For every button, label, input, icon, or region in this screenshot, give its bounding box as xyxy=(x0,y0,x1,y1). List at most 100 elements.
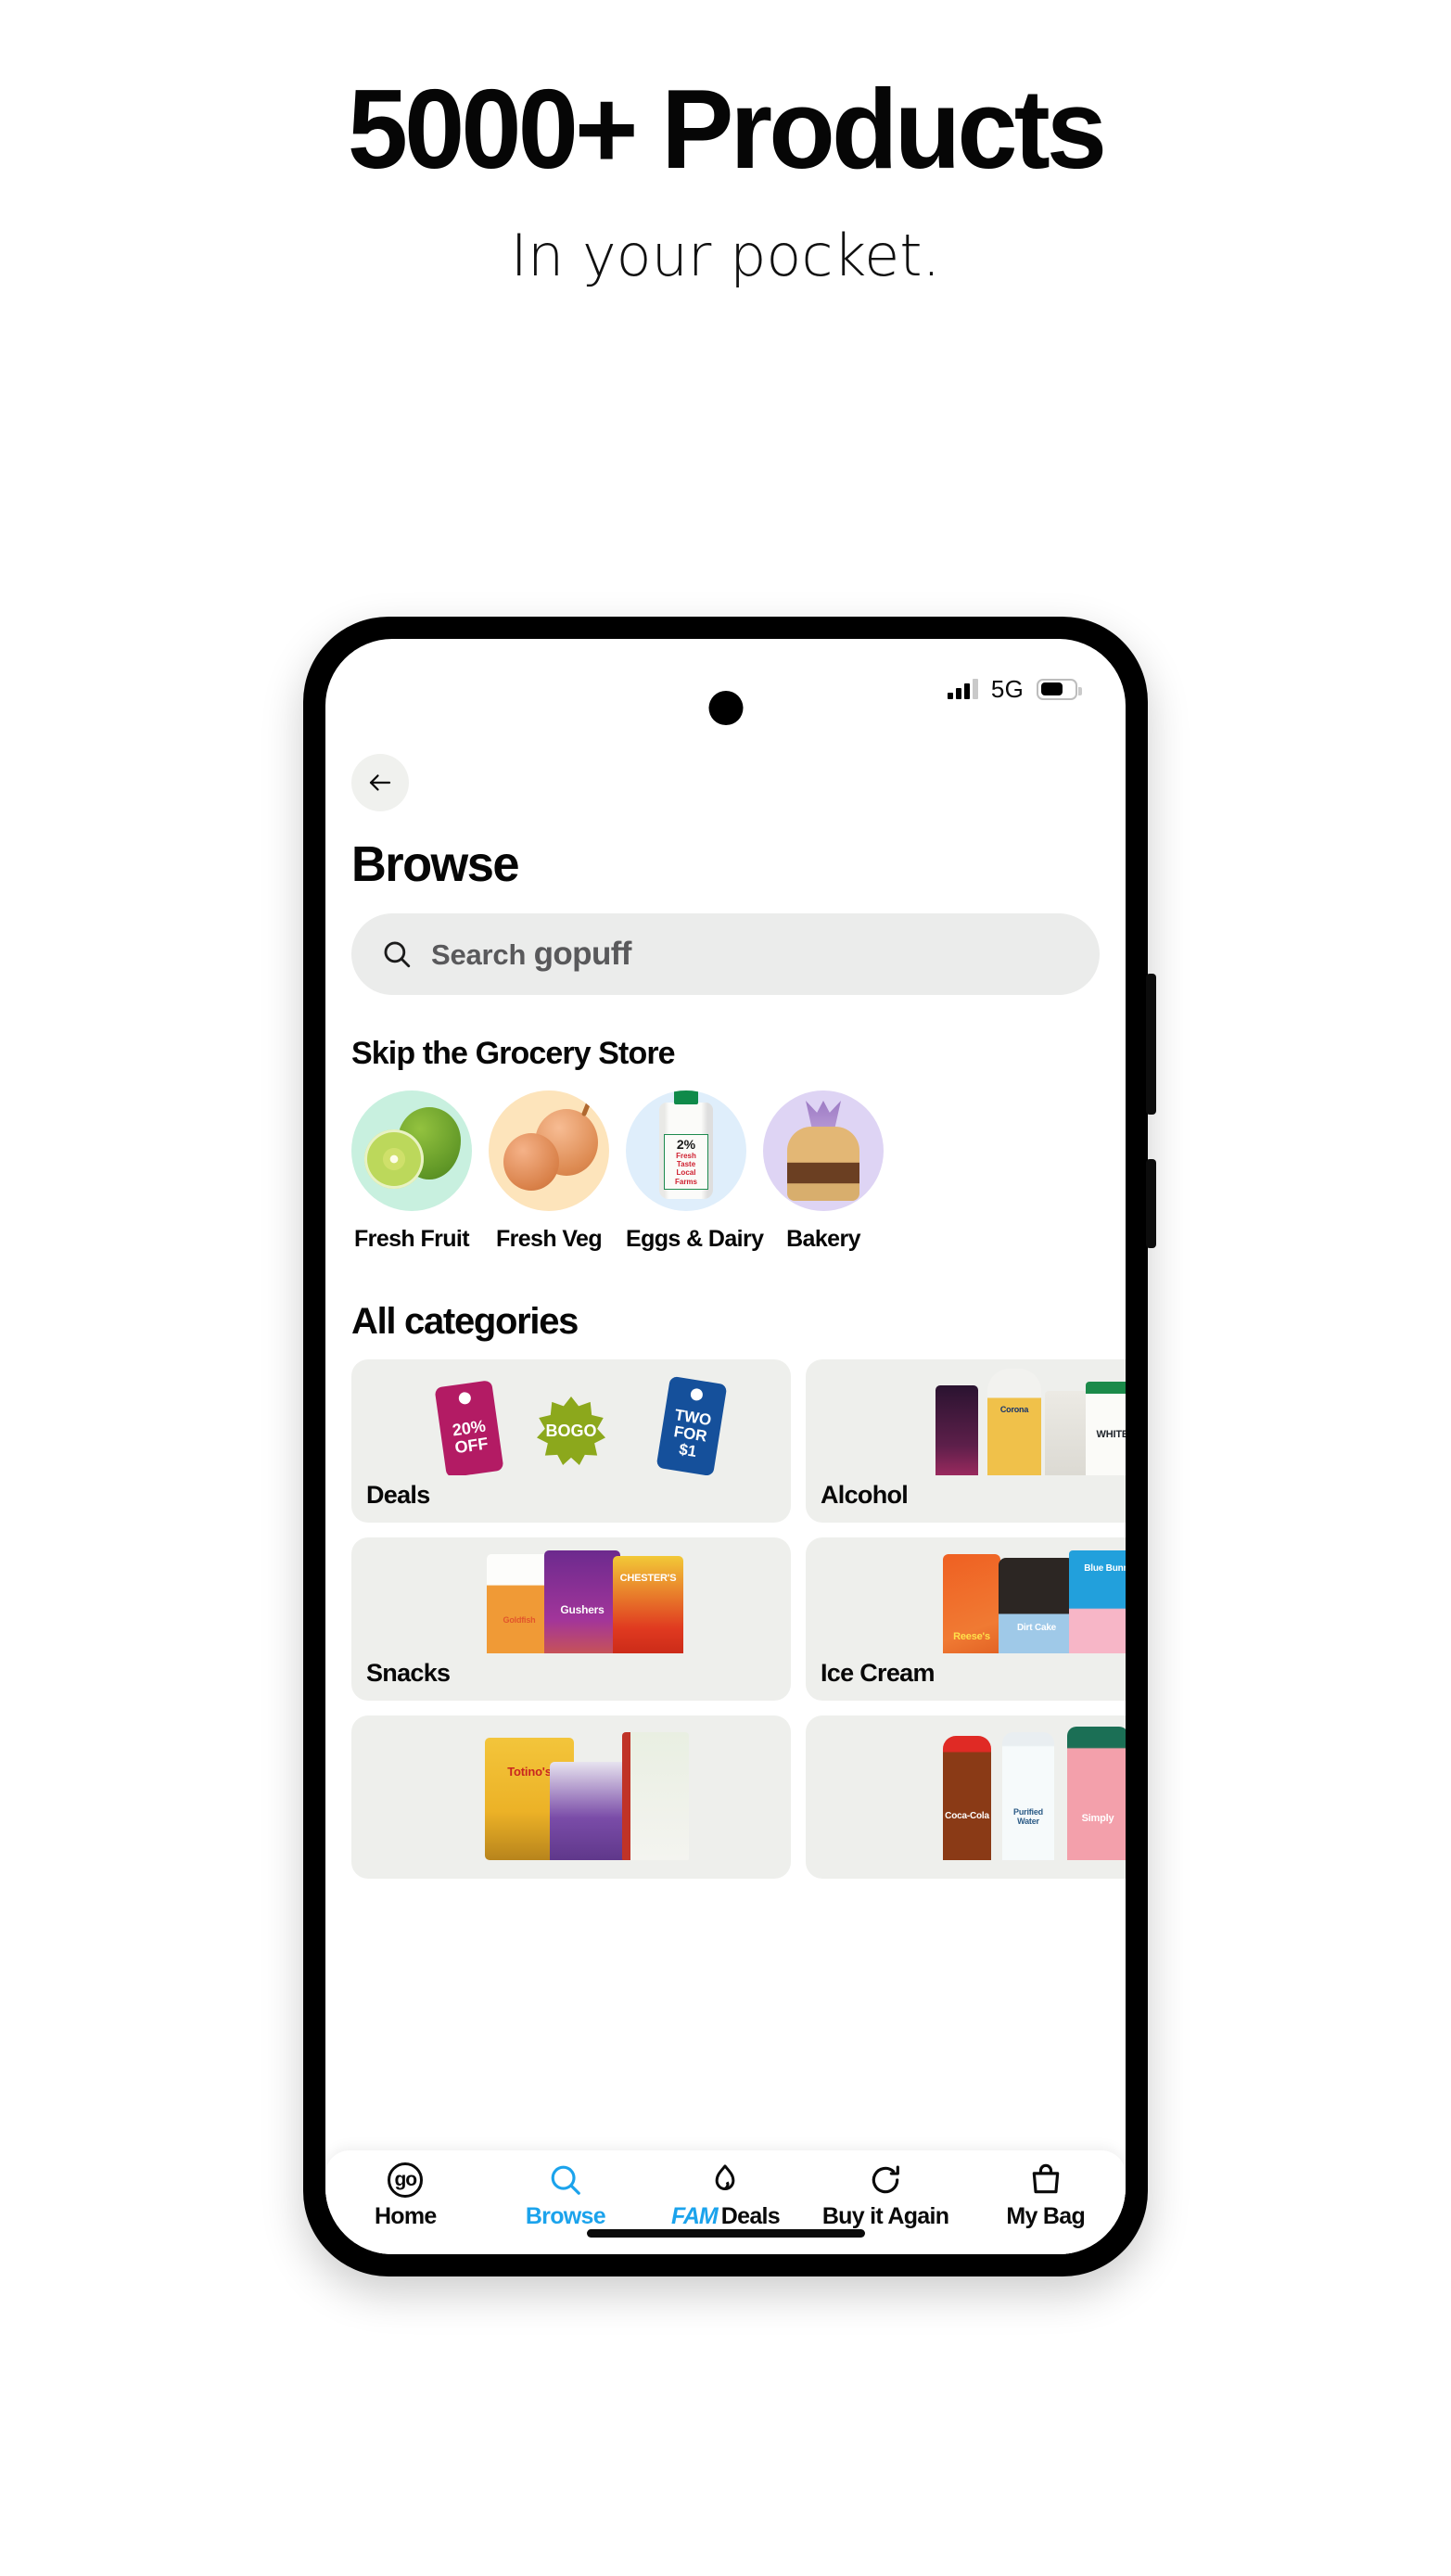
nav-label-browse: Browse xyxy=(525,2203,606,2229)
back-button[interactable] xyxy=(351,754,409,811)
nav-label-buy-it-again: Buy it Again xyxy=(821,2203,949,2229)
category-card-snacks[interactable]: Goldfish Gushers CHESTER'S Snacks xyxy=(351,1537,791,1701)
gopuff-app: Browse Search gopuff Skip the Grocery St… xyxy=(325,739,1126,2254)
go-logo-icon: go xyxy=(388,2162,424,2199)
phone-volume-button[interactable] xyxy=(1146,1159,1156,1248)
deals-artwork: BOGO 20% OFF TWO FOR $1 xyxy=(351,1359,791,1475)
category-circle-label: Fresh Fruit xyxy=(354,1226,470,1252)
hero-section: 5000+ Products In your pocket. xyxy=(0,0,1451,287)
bakery-image xyxy=(763,1090,884,1211)
hero-title: 5000+ Products xyxy=(347,66,1107,192)
category-card-alcohol[interactable]: Corona WHITE CLAW Alcohol xyxy=(806,1359,1126,1523)
drinks-artwork: Coca-Cola Purified Water Simply xyxy=(806,1715,1126,1860)
search-icon xyxy=(548,2162,583,2199)
front-camera-icon xyxy=(708,691,743,725)
goldfish-label: Goldfish xyxy=(503,1615,536,1625)
nav-item-fam-deals[interactable]: FAM Deals xyxy=(655,2162,795,2230)
eggs-dairy-image: 2% Fresh Taste Local Farms xyxy=(626,1090,746,1211)
network-label: 5G xyxy=(990,674,1024,703)
all-categories-grid: BOGO 20% OFF TWO FOR $1 Deals Corona WHI… xyxy=(325,1359,1126,1879)
refresh-icon xyxy=(868,2162,903,2199)
fresh-veg-image xyxy=(489,1090,609,1211)
battery-icon xyxy=(1037,678,1082,700)
white-claw-label: WHITE CLAW xyxy=(1096,1428,1126,1440)
category-card-deals[interactable]: BOGO 20% OFF TWO FOR $1 Deals xyxy=(351,1359,791,1523)
home-indicator[interactable] xyxy=(586,2229,865,2238)
arrow-left-icon xyxy=(369,774,391,791)
frozen-artwork: Totino's xyxy=(351,1715,791,1860)
phone-screen: 5G Browse Search gopuff Skip the Grocery… xyxy=(325,639,1126,2254)
bread-loaf-icon xyxy=(787,1101,859,1201)
category-card-label: Ice Cream xyxy=(821,1659,935,1687)
ben-jerrys-label: Dirt Cake xyxy=(1016,1623,1057,1634)
search-placeholder: Search gopuff xyxy=(431,936,631,973)
farm-rich-box xyxy=(622,1732,689,1860)
nav-label-my-bag: My Bag xyxy=(1006,2203,1086,2229)
category-circle-label: Fresh Veg xyxy=(495,1226,603,1252)
corona-bottle: Corona xyxy=(987,1369,1041,1475)
category-card-label: Alcohol xyxy=(821,1481,909,1509)
coca-cola-label: Coca-Cola xyxy=(945,1811,989,1822)
two-for-one-tag: TWO FOR $1 xyxy=(655,1375,728,1475)
phone-power-button[interactable] xyxy=(1146,974,1156,1115)
blue-bunny-box: Blue Bunny xyxy=(1069,1550,1126,1653)
search-placeholder-prefix: Search xyxy=(431,938,534,971)
alcohol-artwork: Corona WHITE CLAW xyxy=(806,1359,1126,1475)
category-circle-eggs-dairy[interactable]: 2% Fresh Taste Local Farms Eggs & Dairy xyxy=(626,1090,764,1253)
nav-item-buy-it-again[interactable]: Buy it Again xyxy=(816,2162,955,2230)
gushers-box: Gushers xyxy=(544,1550,620,1653)
water-bottle: Purified Water xyxy=(1002,1732,1054,1860)
fresh-fruit-image xyxy=(351,1090,472,1211)
category-card-label xyxy=(351,1860,791,1879)
chesters-bag: CHESTER'S xyxy=(613,1556,683,1653)
bottom-navigation: go Home Browse FAM Deals Buy it Again My… xyxy=(325,2150,1126,2254)
onion-front-icon xyxy=(503,1133,559,1191)
category-card-frozen[interactable]: Totino's xyxy=(351,1715,791,1879)
gopuff-wordmark: gopuff xyxy=(533,936,632,972)
milk-label: 2% Fresh Taste Local Farms xyxy=(664,1134,708,1190)
category-circle-bakery[interactable]: Bakery xyxy=(763,1090,884,1253)
reeses-pack: Reese's xyxy=(943,1554,1000,1653)
search-icon xyxy=(381,938,413,970)
chesters-label: CHESTER'S xyxy=(619,1573,677,1585)
milk-jug-icon: 2% Fresh Taste Local Farms xyxy=(659,1103,713,1199)
water-label: Purified Water xyxy=(1013,1806,1043,1826)
coca-cola-bottle: Coca-Cola xyxy=(943,1736,991,1860)
category-card-ice-cream[interactable]: Reese's Dirt Cake Blue Bunny Ice Cream xyxy=(806,1537,1126,1701)
deals-text: Deals xyxy=(720,2203,781,2229)
nav-item-my-bag[interactable]: My Bag xyxy=(976,2162,1115,2230)
blue-bunny-label: Blue Bunny xyxy=(1084,1562,1126,1574)
category-card-drinks[interactable]: Coca-Cola Purified Water Simply xyxy=(806,1715,1126,1879)
status-bar: 5G xyxy=(325,639,1126,739)
category-card-label xyxy=(806,1860,1126,1879)
bogo-tag: BOGO xyxy=(537,1396,605,1465)
simply-label: Simply xyxy=(1081,1813,1114,1824)
page-title: Browse xyxy=(351,836,519,892)
shopping-bag-icon xyxy=(1028,2162,1063,2199)
phone-mockup: 5G Browse Search gopuff Skip the Grocery… xyxy=(303,617,1156,2276)
signal-bars-icon xyxy=(947,679,978,699)
seltzer-can xyxy=(936,1385,978,1475)
section-title-skip-grocery: Skip the Grocery Store xyxy=(351,1036,676,1071)
gushers-label: Gushers xyxy=(560,1603,605,1617)
fam-badge: FAM xyxy=(670,2203,719,2229)
category-circle-fresh-fruit[interactable]: Fresh Fruit xyxy=(351,1090,472,1253)
skip-grocery-carousel[interactable]: Fresh Fruit Fresh Veg 2% Fresh Taste Loc… xyxy=(325,1090,1126,1253)
ice-cream-artwork: Reese's Dirt Cake Blue Bunny xyxy=(806,1537,1126,1653)
bread-body xyxy=(787,1127,859,1201)
category-circle-fresh-veg[interactable]: Fresh Veg xyxy=(489,1090,609,1253)
simply-bottle: Simply xyxy=(1067,1727,1126,1860)
percent-off-line2: OFF xyxy=(453,1434,490,1458)
flame-icon xyxy=(707,2162,743,2199)
category-card-label: Deals xyxy=(366,1481,430,1509)
uncrustables-pack xyxy=(550,1762,631,1860)
nav-item-browse[interactable]: Browse xyxy=(496,2162,635,2230)
section-title-all-categories: All categories xyxy=(351,1301,579,1342)
reeses-label: Reese's xyxy=(953,1631,990,1643)
search-input[interactable]: Search gopuff xyxy=(351,913,1100,995)
nav-item-home[interactable]: go Home xyxy=(336,2162,475,2230)
hero-subtitle: In your pocket. xyxy=(510,222,941,289)
nav-label-home: Home xyxy=(374,2203,437,2229)
corona-label: Corona xyxy=(999,1405,1029,1415)
nav-label-fam-deals: FAM Deals xyxy=(670,2203,781,2230)
